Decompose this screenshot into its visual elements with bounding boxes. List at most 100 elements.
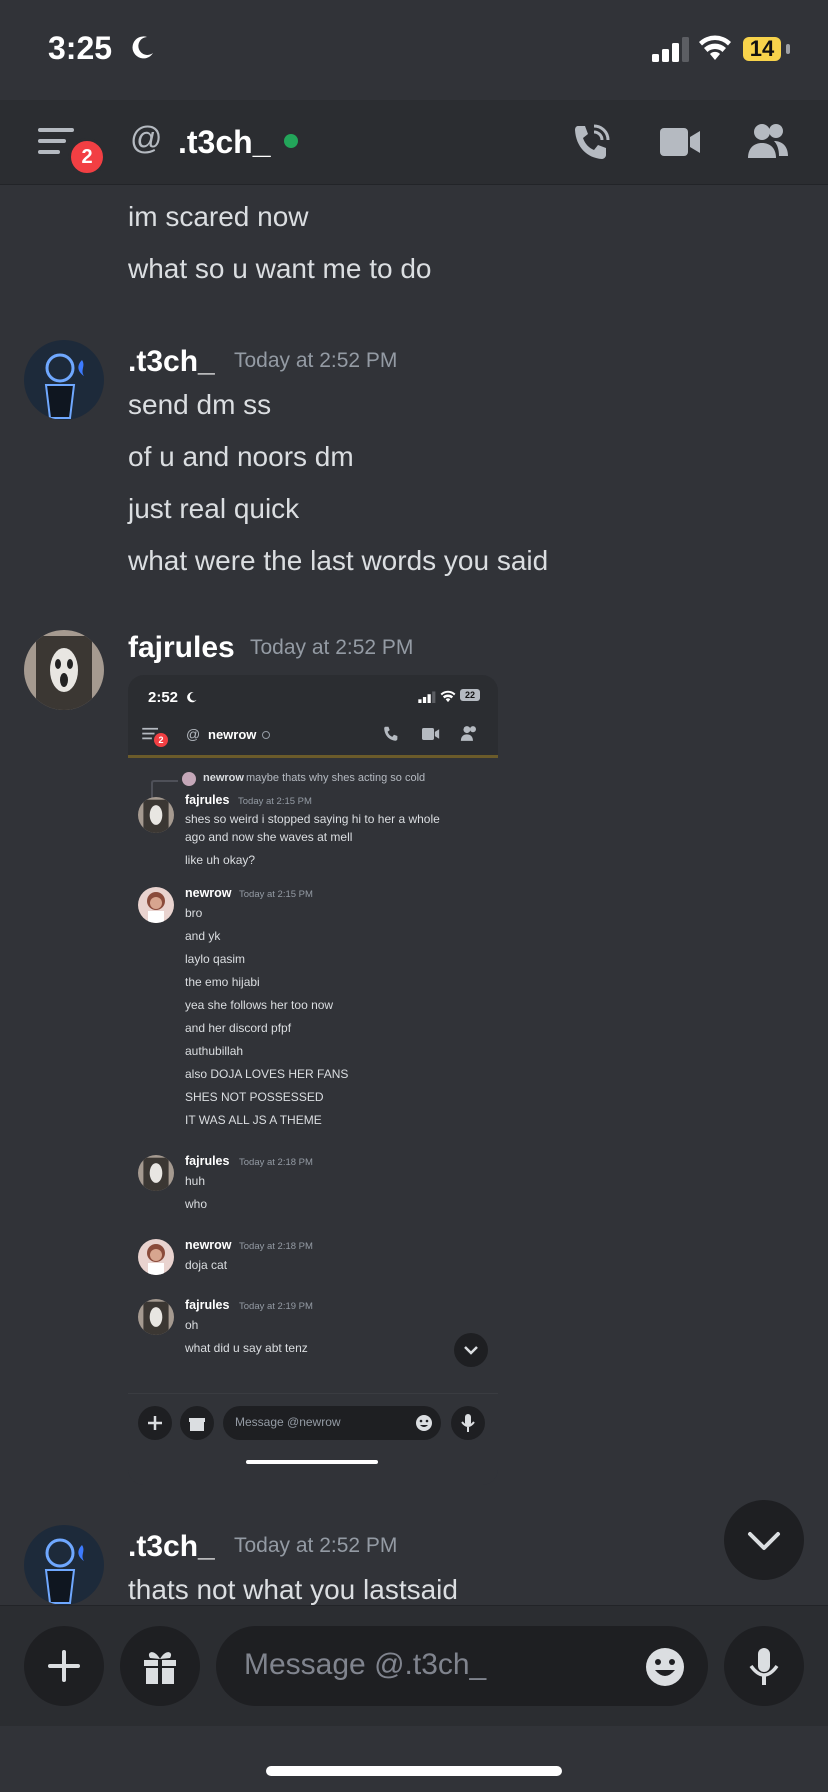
message-timestamp: Today at 2:18 PM: [239, 1157, 313, 1168]
message-timestamp: Today at 2:15 PM: [239, 889, 313, 900]
at-icon: @: [130, 120, 163, 156]
message-author: fajrules: [185, 793, 230, 807]
message-text: shes so weird i stopped saying hi to her…: [185, 812, 440, 826]
message-timestamp: Today at 2:52 PM: [234, 349, 398, 372]
message-text: send dm ss: [128, 389, 272, 420]
avatar: [182, 772, 196, 786]
message-author: fajrules: [185, 1154, 230, 1168]
message-text: SHES NOT POSSESSED: [185, 1090, 324, 1104]
video-call-icon[interactable]: [660, 126, 702, 158]
avatar[interactable]: [24, 340, 104, 420]
notification-badge: 2: [68, 138, 106, 176]
home-indicator: [266, 1766, 562, 1776]
message-timestamp: Today at 2:19 PM: [239, 1301, 313, 1312]
reply-text: maybe thats why shes acting so cold: [246, 772, 426, 784]
message-text: of u and noors dm: [128, 441, 354, 472]
ss-status-time: 2:52: [148, 689, 179, 706]
status-time: 3:25: [48, 30, 113, 66]
reply-author: newrow: [203, 772, 244, 784]
message-author[interactable]: .t3ch_: [128, 345, 215, 379]
voice-call-icon: [384, 726, 398, 741]
chevron-down-icon: [748, 1532, 780, 1550]
notification-badge: 2: [154, 733, 168, 747]
wifi-icon: [699, 35, 731, 60]
battery-level: 14: [743, 37, 781, 61]
message-text: what so u want me to do: [128, 253, 432, 284]
members-icon[interactable]: [746, 122, 790, 160]
message-text: oh: [185, 1318, 199, 1332]
message-text: bro: [185, 906, 203, 920]
jump-to-present-button[interactable]: [724, 1500, 804, 1580]
ss-placeholder: Message @newrow: [235, 1415, 341, 1429]
voice-message-button[interactable]: [724, 1626, 804, 1706]
ss-composer: Message @newrow: [128, 1393, 498, 1444]
add-attachment-button[interactable]: [24, 1626, 104, 1706]
moon-icon: [132, 36, 153, 59]
signal-icon: [418, 691, 436, 703]
avatar[interactable]: [24, 630, 104, 710]
message-text: what were the last words you said: [128, 545, 549, 576]
gift-icon: [189, 1418, 205, 1431]
gift-button[interactable]: [120, 1626, 200, 1706]
ss-header: 2:52 22 2 @ newrow: [128, 675, 498, 755]
avatar[interactable]: [24, 1525, 104, 1605]
message-input[interactable]: Message @.t3ch_: [216, 1626, 708, 1706]
message-timestamp: Today at 2:15 PM: [238, 796, 312, 807]
members-icon: [460, 726, 476, 741]
at-icon: @: [186, 726, 201, 742]
message-text: the emo hijabi: [185, 975, 260, 989]
plus-button: [138, 1406, 172, 1440]
mic-button: [451, 1406, 485, 1440]
mic-icon: [749, 1648, 779, 1685]
message-text: what did u say abt tenz: [185, 1341, 308, 1355]
moon-icon: [187, 692, 197, 703]
message-text: yea she follows her too now: [185, 998, 334, 1012]
message-author[interactable]: .t3ch_: [128, 1530, 215, 1564]
message-author: newrow: [185, 1238, 232, 1252]
channel-name[interactable]: .t3ch_: [178, 124, 270, 161]
message-text: IT WAS ALL JS A THEME: [185, 1113, 322, 1127]
message-timestamp: Today at 2:18 PM: [239, 1241, 313, 1252]
message-timestamp: Today at 2:52 PM: [250, 636, 414, 659]
message-text: im scared now: [128, 201, 309, 232]
video-call-icon: [422, 728, 440, 740]
battery-icon: 14: [740, 34, 790, 64]
message-text: thats not what you lastsaid: [128, 1574, 458, 1605]
reply-line: [151, 780, 178, 799]
top-nav: 2 @ .t3ch_: [0, 100, 828, 185]
plus-icon: [48, 1650, 80, 1682]
message-author: fajrules: [185, 1298, 230, 1312]
plus-icon: [148, 1416, 162, 1430]
avatar: [138, 1155, 174, 1191]
status-bar: 3:25 14: [0, 0, 828, 100]
status-dot: [262, 731, 270, 739]
scroll-down-button: [454, 1333, 488, 1367]
avatar: [138, 887, 174, 923]
voice-call-icon[interactable]: [570, 122, 612, 162]
message-text: huh: [185, 1174, 206, 1188]
online-status-dot: [284, 134, 298, 148]
screenshot-attachment[interactable]: 2:52 22 2 @ newrow newrow maybe thats wh…: [128, 675, 498, 1485]
chat-messages[interactable]: im scared now what so u want me to do .t…: [0, 185, 828, 1605]
message-text: and her discord pfpf: [185, 1021, 292, 1035]
message-text: authubillah: [185, 1044, 244, 1058]
avatar: [138, 1239, 174, 1275]
message-text: laylo qasim: [185, 952, 246, 966]
message-text: and yk: [185, 929, 221, 943]
message-author: newrow: [185, 886, 232, 900]
avatar: [138, 797, 174, 833]
message-input-placeholder: Message @.t3ch_: [244, 1648, 487, 1681]
message-author[interactable]: fajrules: [128, 631, 235, 665]
avatar: [138, 1299, 174, 1335]
message-text: doja cat: [185, 1258, 228, 1272]
message-text: ago and now she waves at mell: [185, 830, 353, 844]
gift-icon: [144, 1652, 176, 1684]
message-composer: Message @.t3ch_: [0, 1605, 828, 1726]
message-text: like uh okay?: [185, 853, 256, 867]
emoji-icon[interactable]: [644, 1646, 686, 1688]
mic-icon: [461, 1414, 475, 1432]
wifi-icon: [440, 690, 456, 703]
battery-icon: 22: [460, 689, 480, 701]
gift-button: [180, 1406, 214, 1440]
message-text: just real quick: [128, 493, 300, 524]
